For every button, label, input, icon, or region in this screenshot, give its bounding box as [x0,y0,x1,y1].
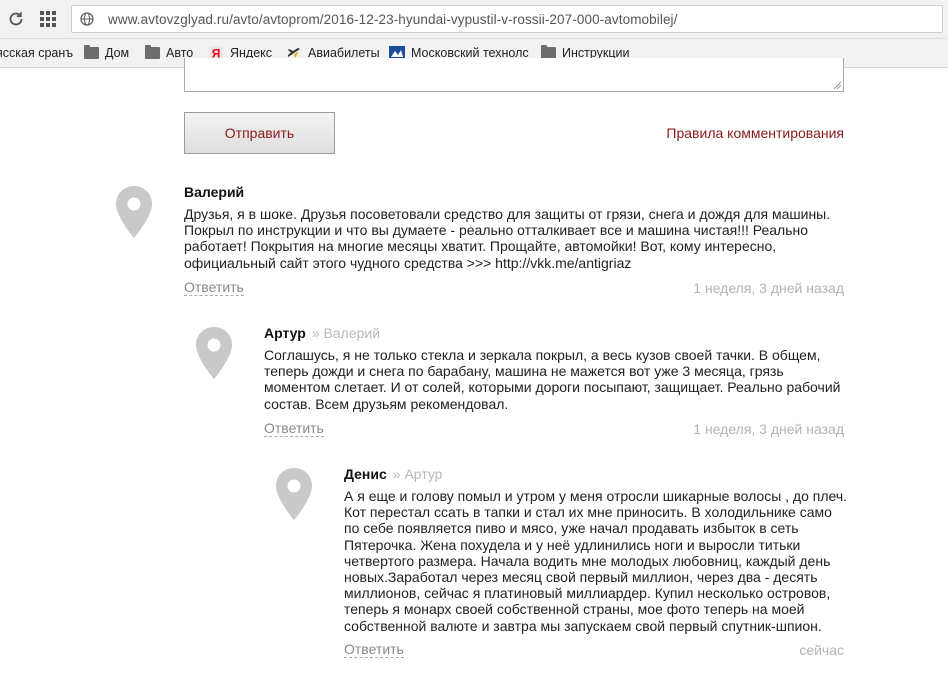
comment-time: сейчас [799,642,844,658]
reply-link[interactable]: Ответить [344,642,404,658]
reply-to-link[interactable]: » Артур [393,466,443,482]
folder-icon [84,45,99,59]
comment-time: 1 неделя, 3 дней назад [693,280,844,296]
comment-text: А я еще и голову помыл и утром у меня от… [344,488,848,634]
url-text: www.avtovzglyad.ru/avto/avtoprom/2016-12… [108,12,678,27]
comment-author: Артур» Валерий [264,325,381,341]
location-pin-icon [116,186,152,238]
bookmark-item[interactable]: ясская сранъ [0,45,73,61]
url-input[interactable]: www.avtovzglyad.ru/avto/avtoprom/2016-12… [71,5,943,33]
bookmark-item[interactable]: Дом [84,45,129,61]
reply-link[interactable]: Ответить [264,421,324,437]
apps-grid-icon [40,11,56,27]
comment-author: Денис» Артур [344,466,443,482]
bookmark-label: Дом [105,46,130,60]
comment: Денис» Артур А я еще и голову помыл и ут… [344,466,849,634]
apps-button[interactable] [38,9,58,29]
reload-button[interactable] [4,7,28,31]
comment-author: Валерий [184,184,245,200]
comment: Валерий Друзья, я в шоке. Друзья посовет… [184,184,849,271]
location-pin-icon [276,468,312,520]
comment-rules-link[interactable]: Правила комментирования [666,125,844,141]
address-bar: www.avtovzglyad.ru/avto/avtoprom/2016-12… [0,0,948,39]
location-pin-icon [196,327,232,379]
folder-icon [145,45,160,59]
comment-time: 1 неделя, 3 дней назад [693,421,844,437]
reply-link[interactable]: Ответить [184,280,244,296]
comment-text: Друзья, я в шоке. Друзья посоветовали ср… [184,206,831,271]
comment-text: Соглашусь, я не только стекла и зеркала … [264,347,841,412]
bookmark-label: ясская сранъ [0,46,74,60]
submit-button[interactable]: Отправить [184,112,335,154]
comment-textarea[interactable] [184,58,844,92]
comment: Артур» Валерий Соглашусь, я не только ст… [264,325,849,412]
reload-icon [9,12,23,26]
reply-to-link[interactable]: » Валерий [312,325,380,341]
globe-icon [80,12,94,26]
resize-grip-icon[interactable] [833,81,841,89]
